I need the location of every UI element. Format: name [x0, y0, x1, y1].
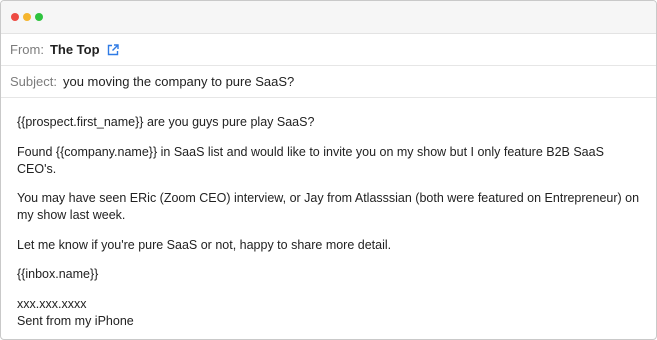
subject-label: Subject:	[10, 74, 57, 89]
signature-block: xxx.xxx.xxxx Sent from my iPhone	[17, 296, 640, 330]
signature-sent-from: Sent from my iPhone	[17, 313, 134, 328]
subject-text: you moving the company to pure SaaS?	[62, 74, 295, 89]
email-preview-window: From: The Top Subject: you moving the co…	[0, 0, 657, 340]
email-body: {{prospect.first_name}} are you guys pur…	[1, 98, 656, 330]
from-row: From: The Top	[1, 34, 656, 66]
minimize-window-button[interactable]	[23, 13, 31, 21]
body-paragraph-cta: Let me know if you're pure SaaS or not, …	[17, 237, 392, 252]
external-link-icon[interactable]	[107, 43, 119, 56]
body-paragraph-reference: You may have seen ERic (Zoom CEO) interv…	[17, 191, 640, 222]
signature-phone: xxx.xxx.xxxx	[17, 296, 87, 311]
body-paragraph-intro: Found {{company.name}} in SaaS list and …	[17, 144, 604, 176]
subject-row: Subject: you moving the company to pure …	[1, 66, 656, 98]
zoom-window-button[interactable]	[35, 13, 43, 21]
title-bar	[1, 1, 656, 34]
sender-name: The Top	[49, 42, 100, 57]
close-window-button[interactable]	[11, 13, 19, 21]
body-paragraph-inbox-name: {{inbox.name}}	[17, 267, 99, 281]
from-label: From:	[10, 42, 44, 57]
body-paragraph-greeting: {{prospect.first_name}} are you guys pur…	[17, 115, 315, 129]
